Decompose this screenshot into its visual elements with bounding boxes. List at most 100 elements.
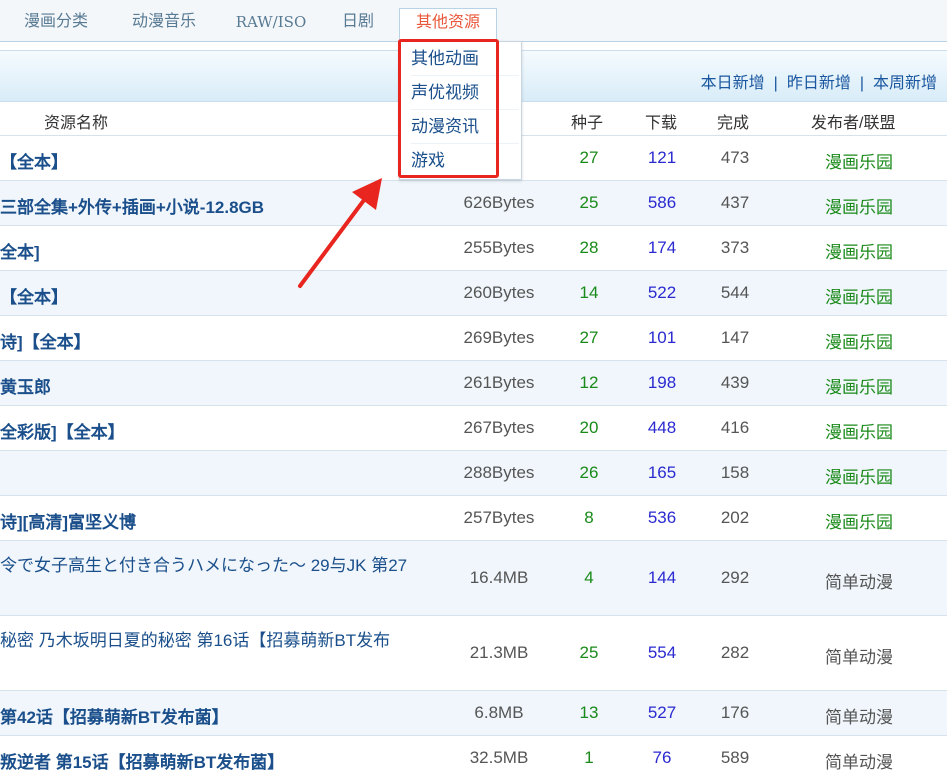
table-row[interactable]: 诗]【全本】 269Bytes 27 101 147 漫画乐园 — [0, 316, 947, 361]
dropdown-item-anime-news[interactable]: 动漫资讯 — [411, 110, 519, 144]
quick-links: 本日新增 | 昨日新增 | 本周新增 — [701, 69, 937, 93]
row-publisher[interactable]: 简单动漫 — [799, 643, 919, 668]
table-row[interactable]: 叛逆者 第15话【招募萌新BT发布菌】 32.5MB 1 76 589 简单动漫 — [0, 736, 947, 779]
row-resource-name[interactable]: 第42话【招募萌新BT发布菌】 — [0, 703, 229, 728]
dropdown-item-games[interactable]: 游戏 — [411, 144, 519, 178]
row-size: 267Bytes — [463, 418, 535, 437]
nav-tab-other-resources[interactable]: 其他资源 — [399, 8, 497, 42]
row-seeds: 14 — [579, 283, 599, 302]
row-downloads: 174 — [647, 238, 677, 257]
row-seeds: 8 — [584, 508, 594, 527]
row-publisher[interactable]: 简单动漫 — [799, 748, 919, 773]
table-row[interactable]: 第42话【招募萌新BT发布菌】 6.8MB 13 527 176 简单动漫 — [0, 691, 947, 736]
row-size: 288Bytes — [463, 463, 535, 482]
row-seeds: 28 — [579, 238, 599, 257]
yesterday-new-link[interactable]: 昨日新增 — [787, 75, 851, 92]
row-downloads: 586 — [647, 193, 677, 212]
row-resource-name[interactable]: 全彩版]【全本】 — [0, 418, 125, 443]
nav-tab-manga[interactable]: 漫画分类 — [10, 8, 102, 40]
row-downloads: 198 — [647, 373, 677, 392]
row-size: 269Bytes — [463, 328, 535, 347]
row-resource-name[interactable]: 诗]【全本】 — [0, 328, 91, 353]
header-resource-name[interactable]: 资源名称 — [44, 109, 108, 133]
row-downloads: 76 — [652, 748, 672, 767]
row-seeds: 13 — [579, 703, 599, 722]
row-resource-name[interactable]: 黄玉郎 — [0, 373, 51, 398]
row-publisher[interactable]: 简单动漫 — [799, 568, 919, 593]
row-downloads: 522 — [647, 283, 677, 302]
dropdown-item-other-anime[interactable]: 其他动画 — [411, 42, 519, 76]
row-publisher[interactable]: 漫画乐园 — [799, 463, 919, 488]
table-row[interactable]: 288Bytes 26 165 158 漫画乐园 — [0, 451, 947, 496]
row-publisher[interactable]: 漫画乐园 — [799, 238, 919, 263]
row-seeds: 26 — [579, 463, 599, 482]
row-downloads: 101 — [647, 328, 677, 347]
row-size: 626Bytes — [463, 193, 535, 212]
row-completed: 544 — [720, 283, 750, 302]
table-body: 【全本】Bytes27121473漫画乐园三部全集+外传+插画+小说-12.8G… — [0, 136, 947, 779]
row-publisher[interactable]: 漫画乐园 — [799, 148, 919, 173]
row-resource-name[interactable]: 令で女子高生と付き合うハメになった～ 29与JK 第27 — [0, 551, 407, 576]
row-publisher[interactable]: 漫画乐园 — [799, 418, 919, 443]
table-row[interactable]: 三部全集+外传+插画+小说-12.8GB 626Bytes 25 586 437 漫画乐园 — [0, 181, 947, 226]
row-resource-name[interactable]: 秘密 乃木坂明日夏的秘密 第16话【招募萌新BT发布 — [0, 626, 390, 651]
row-seeds: 4 — [584, 568, 594, 587]
row-size: 21.3MB — [469, 643, 529, 662]
today-new-link[interactable]: 本日新增 — [701, 75, 765, 92]
row-completed: 416 — [720, 418, 750, 437]
header-completed[interactable]: 完成 — [717, 109, 749, 133]
row-completed: 158 — [720, 463, 750, 482]
row-completed: 437 — [720, 193, 750, 212]
nav-tab-anime-music[interactable]: 动漫音乐 — [118, 8, 210, 40]
row-size: 32.5MB — [469, 748, 529, 767]
page: 漫画分类 动漫音乐 RAW/ISO 日剧 其他资源 本日新增 | 昨日新增 | 本周新增… — [0, 0, 947, 779]
row-resource-name[interactable]: 三部全集+外传+插画+小说-12.8GB — [0, 193, 264, 218]
row-publisher[interactable]: 漫画乐园 — [799, 508, 919, 533]
header-seeds[interactable]: 种子 — [571, 109, 603, 133]
other-resources-dropdown: 其他动画 声优视频 动漫资讯 游戏 — [399, 41, 522, 180]
table-row[interactable]: 全本] 255Bytes 28 174 373 漫画乐园 — [0, 226, 947, 271]
row-size: 16.4MB — [469, 568, 529, 587]
header-publisher[interactable]: 发布者/联盟 — [811, 109, 895, 133]
row-seeds: 12 — [579, 373, 599, 392]
row-publisher[interactable]: 漫画乐园 — [799, 328, 919, 353]
row-seeds: 20 — [579, 418, 599, 437]
table-row[interactable]: 令で女子高生と付き合うハメになった～ 29与JK 第27 16.4MB 4 144 29… — [0, 541, 947, 616]
row-publisher[interactable]: 简单动漫 — [799, 703, 919, 728]
row-resource-name[interactable]: 【全本】 — [0, 283, 68, 308]
row-size: 257Bytes — [463, 508, 535, 527]
row-completed: 439 — [720, 373, 750, 392]
row-resource-name[interactable]: 【全本】 — [0, 148, 68, 173]
row-completed: 373 — [720, 238, 750, 257]
row-resource-name[interactable]: 叛逆者 第15话【招募萌新BT发布菌】 — [0, 748, 284, 773]
table-row[interactable]: 【全本】 260Bytes 14 522 544 漫画乐园 — [0, 271, 947, 316]
week-new-link[interactable]: 本周新增 — [873, 75, 937, 92]
table-row[interactable]: 秘密 乃木坂明日夏的秘密 第16话【招募萌新BT发布 21.3MB 25 554 282… — [0, 616, 947, 691]
header-downloads[interactable]: 下载 — [645, 109, 677, 133]
nav-tab-raw-iso[interactable]: RAW/ISO — [226, 8, 316, 40]
row-completed: 202 — [720, 508, 750, 527]
row-publisher[interactable]: 漫画乐园 — [799, 283, 919, 308]
row-publisher[interactable]: 漫画乐园 — [799, 373, 919, 398]
row-completed: 292 — [720, 568, 750, 587]
row-downloads: 144 — [647, 568, 677, 587]
row-publisher[interactable]: 漫画乐园 — [799, 193, 919, 218]
row-seeds: 1 — [584, 748, 594, 767]
row-resource-name[interactable]: 全本] — [0, 238, 40, 263]
row-resource-name[interactable]: 诗][高清]富坚义博 — [0, 508, 136, 533]
row-seeds: 25 — [579, 643, 599, 662]
top-nav: 漫画分类 动漫音乐 RAW/ISO 日剧 其他资源 — [0, 0, 947, 42]
row-size: 261Bytes — [463, 373, 535, 392]
quick-link-separator: | — [773, 75, 778, 92]
table-row[interactable]: 全彩版]【全本】 267Bytes 20 448 416 漫画乐园 — [0, 406, 947, 451]
row-downloads: 448 — [647, 418, 677, 437]
row-completed: 473 — [720, 148, 750, 167]
table-row[interactable]: 黄玉郎 261Bytes 12 198 439 漫画乐园 — [0, 361, 947, 406]
nav-tab-drama[interactable]: 日剧 — [330, 8, 386, 40]
row-seeds: 27 — [579, 328, 599, 347]
row-seeds: 27 — [579, 148, 599, 167]
row-size: 260Bytes — [463, 283, 535, 302]
dropdown-item-voice-actor-video[interactable]: 声优视频 — [411, 76, 519, 110]
row-size: 6.8MB — [474, 703, 524, 722]
table-row[interactable]: 诗][高清]富坚义博 257Bytes 8 536 202 漫画乐园 — [0, 496, 947, 541]
